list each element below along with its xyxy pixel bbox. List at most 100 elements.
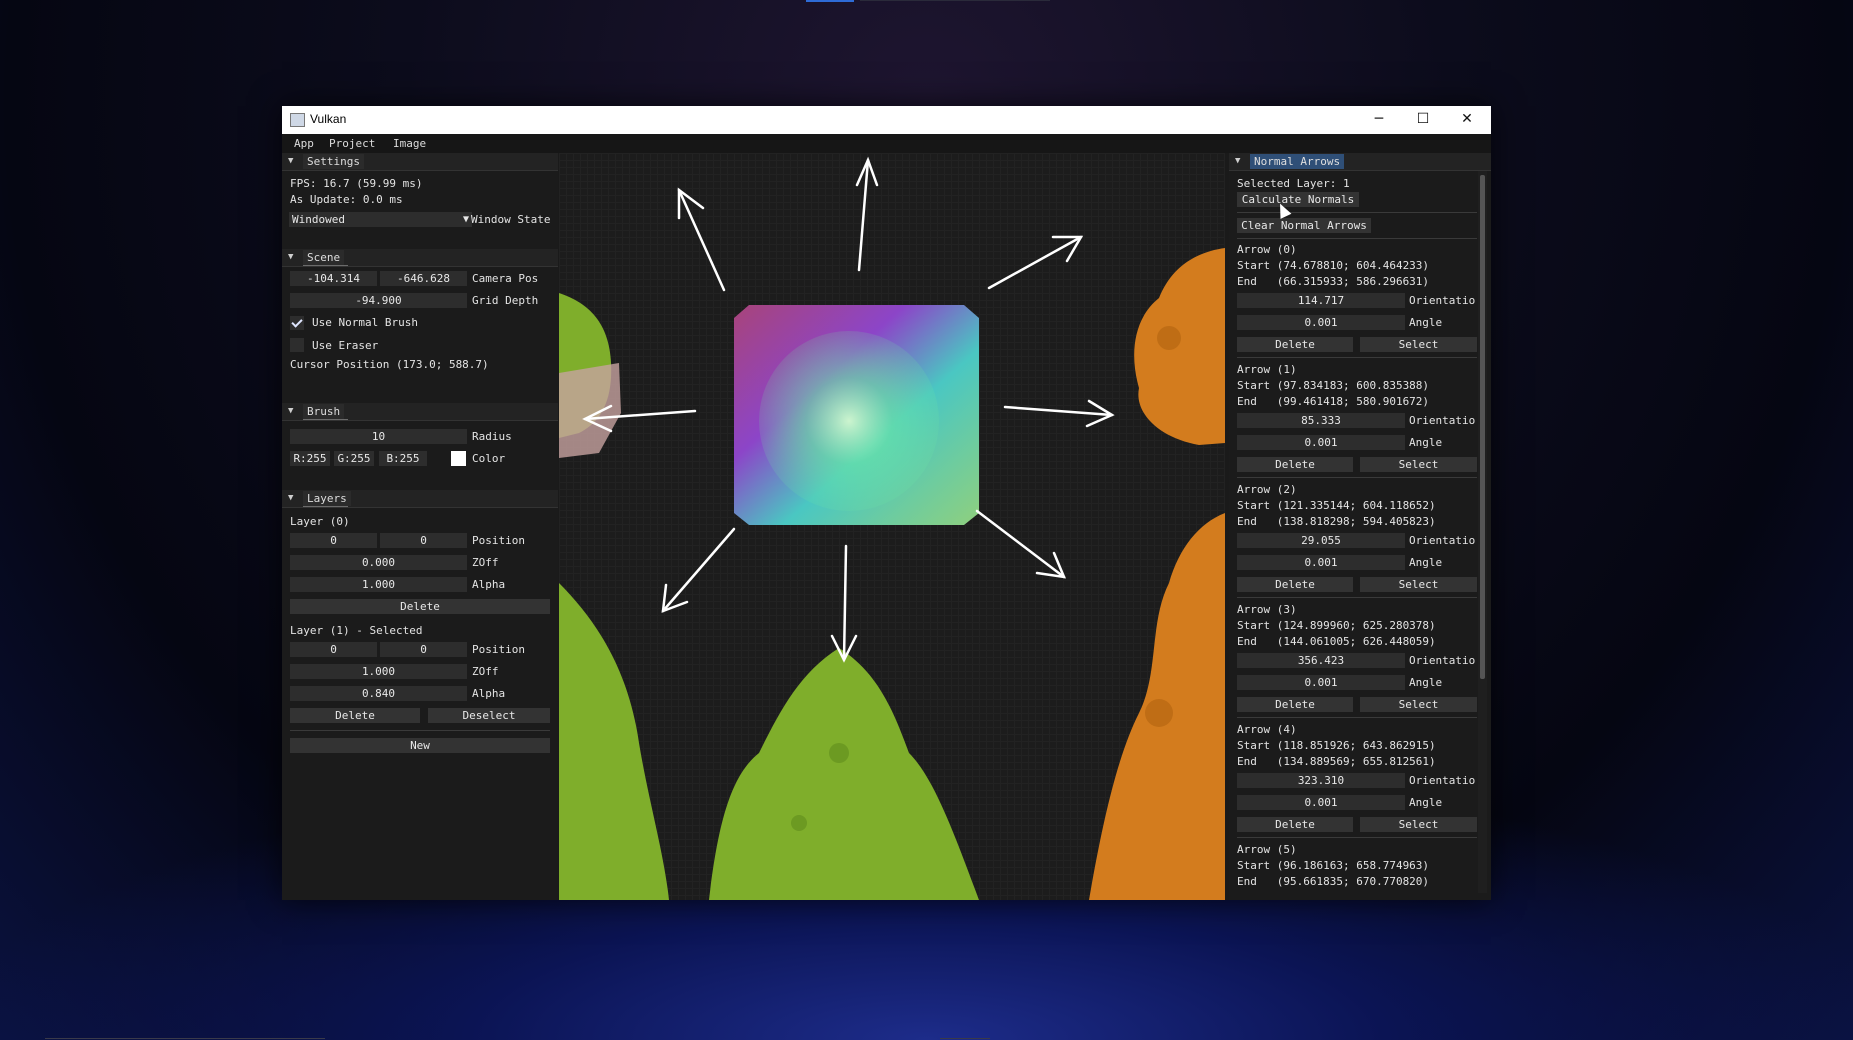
- brush-title: Brush: [303, 404, 345, 419]
- layer-pos-x-input[interactable]: 0: [290, 533, 377, 548]
- color-b-input[interactable]: B:255: [379, 451, 427, 466]
- brush-radius-input[interactable]: 10: [290, 429, 467, 444]
- select-arrow-button[interactable]: Select: [1360, 697, 1477, 712]
- delete-arrow-button[interactable]: Delete: [1237, 577, 1353, 592]
- clear-normal-arrows-button[interactable]: Clear Normal Arrows: [1237, 218, 1371, 233]
- title-bar[interactable]: Vulkan ─ ☐ ✕: [282, 106, 1491, 134]
- layer-pos-y-input[interactable]: 0: [380, 642, 467, 657]
- delete-arrow-button[interactable]: Delete: [1237, 337, 1353, 352]
- calculate-normals-button[interactable]: Calculate Normals: [1237, 192, 1359, 207]
- scene-title: Scene: [303, 250, 345, 265]
- maximize-button[interactable]: ☐: [1401, 106, 1445, 134]
- app-icon: [290, 113, 305, 127]
- arrow-orientation-input[interactable]: 85.333: [1237, 413, 1405, 428]
- canvas-viewport[interactable]: [559, 153, 1225, 900]
- minimize-button[interactable]: ─: [1357, 106, 1401, 134]
- arrow-angle-input[interactable]: 0.001: [1237, 675, 1405, 690]
- use-eraser-label: Use Eraser: [312, 339, 379, 352]
- layer-zoff-input[interactable]: 0.000: [290, 555, 467, 570]
- arrow-title: Arrow (0): [1237, 243, 1297, 256]
- select-arrow-button[interactable]: Select: [1360, 457, 1477, 472]
- selected-layer-text: Selected Layer: 1: [1237, 177, 1350, 190]
- settings-header[interactable]: ▼ Settings: [282, 153, 558, 171]
- arrow-angle-input[interactable]: 0.001: [1237, 315, 1405, 330]
- color-g-input[interactable]: G:255: [334, 451, 374, 466]
- delete-layer-button[interactable]: Delete: [290, 708, 420, 723]
- layer-zoff-input[interactable]: 1.000: [290, 664, 467, 679]
- layers-header[interactable]: ▼ Layers: [282, 490, 558, 508]
- orange-spot: [1145, 699, 1173, 727]
- close-button[interactable]: ✕: [1445, 106, 1489, 134]
- camera-y-input[interactable]: -646.628: [380, 271, 467, 286]
- menu-image[interactable]: Image: [393, 137, 426, 150]
- settings-title: Settings: [303, 154, 364, 169]
- color-r-input[interactable]: R:255: [290, 451, 330, 466]
- normal-arrows-header[interactable]: ▼ Normal Arrows: [1229, 153, 1491, 171]
- arrow-end: End (66.315933; 586.296631): [1237, 275, 1430, 288]
- orange-blob-top: [1134, 248, 1225, 445]
- select-arrow-button[interactable]: Select: [1360, 577, 1477, 592]
- arrow-orientation-input[interactable]: 323.310: [1237, 773, 1405, 788]
- new-layer-button[interactable]: New: [290, 738, 550, 753]
- arrow-end: End (144.061005; 626.448059): [1237, 635, 1436, 648]
- layer-pos-x-input[interactable]: 0: [290, 642, 377, 657]
- deselect-layer-button[interactable]: Deselect: [428, 708, 550, 723]
- taskbar-indicator: [806, 0, 854, 2]
- collapse-icon[interactable]: ▼: [1235, 156, 1240, 166]
- arrow-start: Start (124.899960; 625.280378): [1237, 619, 1436, 632]
- menu-app[interactable]: App: [294, 137, 314, 150]
- scrollbar-thumb[interactable]: [1480, 175, 1485, 679]
- desktop-line: [860, 0, 1050, 1]
- angle-label: Angle: [1409, 796, 1443, 809]
- delete-arrow-button[interactable]: Delete: [1237, 817, 1353, 832]
- arrow-line: [975, 509, 1066, 579]
- normal-arrows-panel: ▼ Normal Arrows Selected Layer: 1 Calcul…: [1229, 153, 1491, 900]
- normal-arrows-title: Normal Arrows: [1250, 154, 1345, 169]
- green-blob-left-bottom: [559, 583, 669, 900]
- collapse-icon[interactable]: ▼: [288, 493, 293, 503]
- collapse-icon[interactable]: ▼: [288, 406, 293, 416]
- angle-label: Angle: [1409, 316, 1443, 329]
- use-eraser-checkbox[interactable]: [290, 338, 304, 352]
- scene-header[interactable]: ▼ Scene: [282, 249, 558, 267]
- desktop-line: [45, 1038, 325, 1039]
- arrow-start: Start (96.186163; 658.774963): [1237, 859, 1430, 872]
- color-swatch[interactable]: [451, 451, 466, 466]
- arrow-orientation-input[interactable]: 356.423: [1237, 653, 1405, 668]
- delete-layer-button[interactable]: Delete: [290, 599, 550, 614]
- grid-depth-input[interactable]: -94.900: [290, 293, 467, 308]
- menu-bar: App Project Image: [282, 134, 1491, 153]
- collapse-icon[interactable]: ▼: [288, 252, 293, 262]
- divider: [1237, 597, 1477, 598]
- layer-pos-y-input[interactable]: 0: [380, 533, 467, 548]
- arrow-title: Arrow (2): [1237, 483, 1297, 496]
- brush-header[interactable]: ▼ Brush: [282, 403, 558, 421]
- select-arrow-button[interactable]: Select: [1360, 817, 1477, 832]
- desktop-line: [940, 1038, 990, 1039]
- layer-alpha-input[interactable]: 1.000: [290, 577, 467, 592]
- arrow-angle-input[interactable]: 0.001: [1237, 555, 1405, 570]
- use-normal-brush-checkbox[interactable]: [290, 316, 304, 330]
- layer-alpha-input[interactable]: 0.840: [290, 686, 467, 701]
- arrow-orientation-input[interactable]: 114.717: [1237, 293, 1405, 308]
- window-state-select[interactable]: Windowed ▼: [289, 212, 472, 227]
- menu-project[interactable]: Project: [329, 137, 375, 150]
- delete-arrow-button[interactable]: Delete: [1237, 457, 1353, 472]
- use-normal-brush-label: Use Normal Brush: [312, 316, 418, 329]
- orientation-label: Orientatio: [1409, 534, 1476, 547]
- arrow-line: [842, 544, 848, 662]
- arrow-angle-input[interactable]: 0.001: [1237, 435, 1405, 450]
- arrow-angle-input[interactable]: 0.001: [1237, 795, 1405, 810]
- camera-x-input[interactable]: -104.314: [290, 271, 377, 286]
- delete-arrow-button[interactable]: Delete: [1237, 697, 1353, 712]
- arrow-orientation-input[interactable]: 29.055: [1237, 533, 1405, 548]
- cursor-position-text: Cursor Position (173.0; 588.7): [290, 358, 489, 371]
- arrow-end: End (99.461418; 580.901672): [1237, 395, 1430, 408]
- orientation-label: Orientatio: [1409, 414, 1476, 427]
- alpha-label: Alpha: [472, 687, 506, 700]
- arrow-end: End (138.818298; 594.405823): [1237, 515, 1436, 528]
- select-arrow-button[interactable]: Select: [1360, 337, 1477, 352]
- orientation-label: Orientatio: [1409, 294, 1476, 307]
- chevron-down-icon: ▼: [462, 214, 469, 225]
- collapse-icon[interactable]: ▼: [288, 156, 293, 166]
